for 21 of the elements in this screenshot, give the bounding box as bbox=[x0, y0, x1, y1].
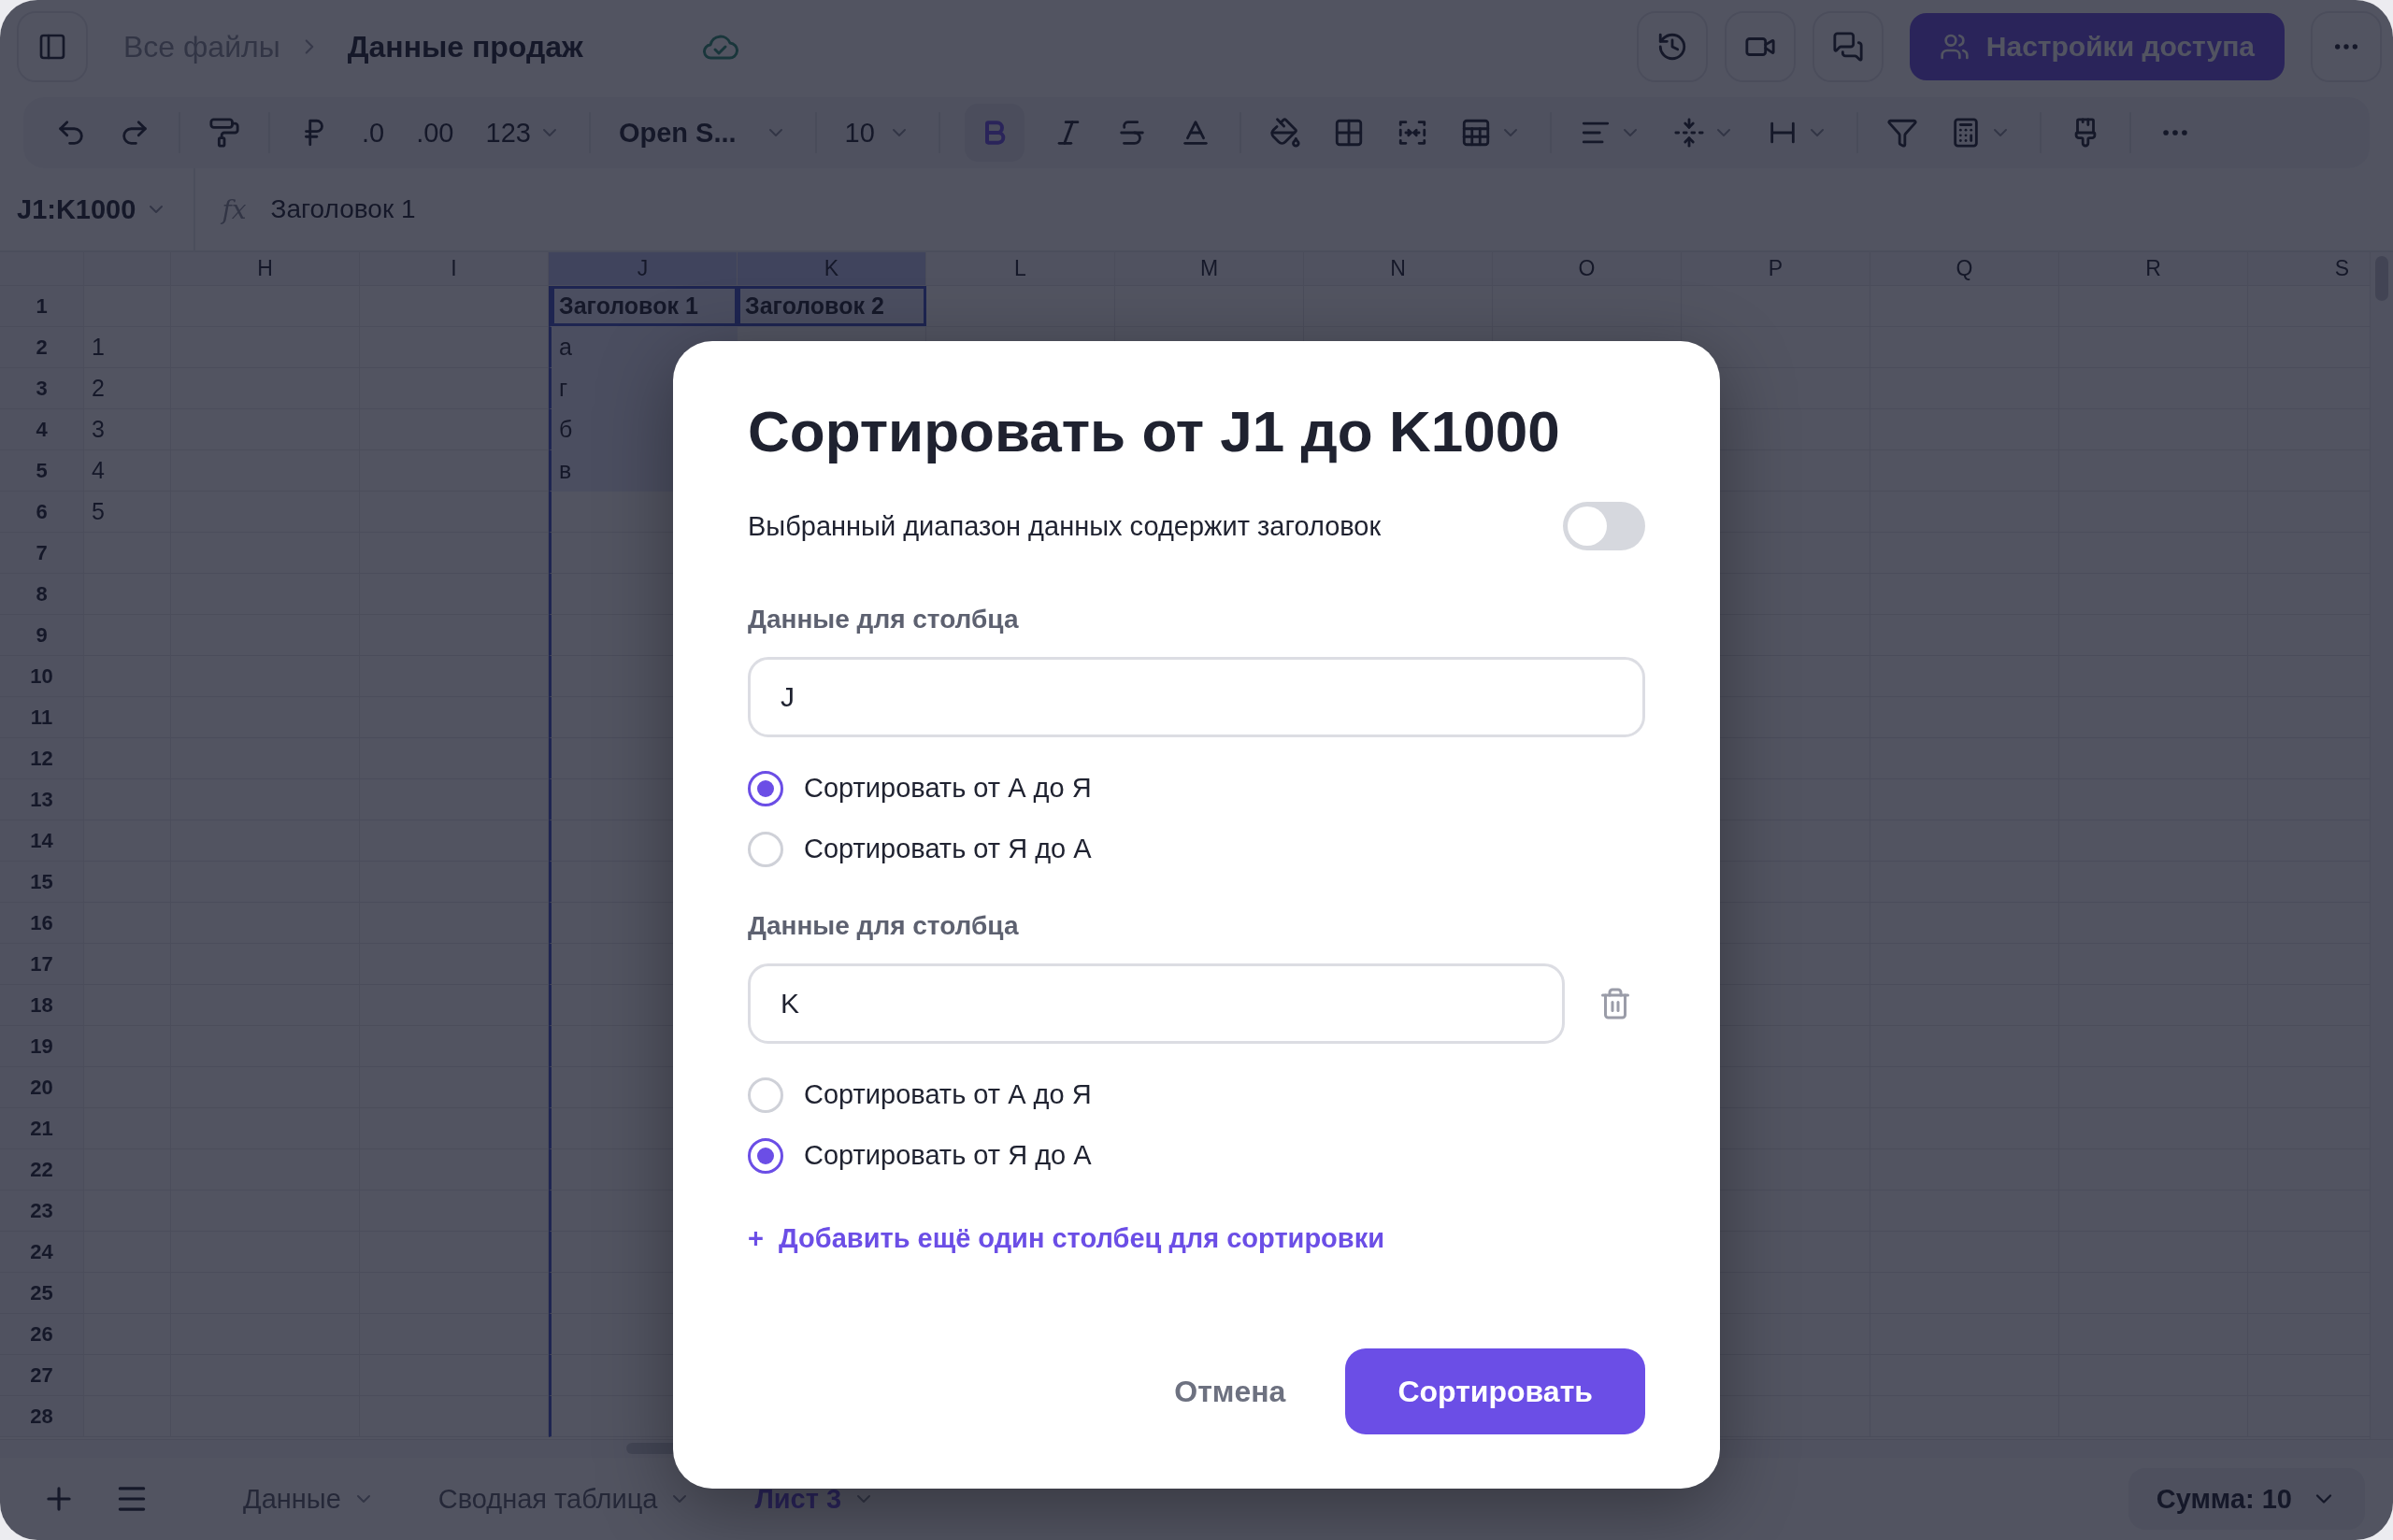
sort-button[interactable]: Сортировать bbox=[1345, 1348, 1645, 1434]
table-cell-text: 5 bbox=[91, 497, 106, 526]
table-cell-text: 2 bbox=[91, 374, 106, 403]
radio-label: Сортировать от А до Я bbox=[804, 1079, 1092, 1111]
table-cell-text: 4 bbox=[91, 456, 106, 485]
toggle-label: Выбранный диапазон данных содержит заголовок bbox=[748, 510, 1382, 542]
field-label: Данные для столбца bbox=[748, 911, 1020, 942]
column-select-field[interactable]: K bbox=[748, 963, 1565, 1045]
formula-text: Заголовок 1 bbox=[270, 194, 416, 224]
radio-label: Сортировать от Я до А bbox=[804, 834, 1092, 865]
dialog-title: Сортировать от J1 до K1000 bbox=[748, 398, 1561, 465]
add-column-link[interactable]: + Добавить ещё один столбец для сортировки bbox=[748, 1223, 1384, 1255]
increase-decimals-button[interactable]: .00 bbox=[412, 104, 458, 162]
decrease-decimals-button[interactable]: .0 bbox=[358, 104, 389, 162]
radio-label: Сортировать от Я до А bbox=[804, 1140, 1092, 1172]
table-cell-text: 3 bbox=[91, 415, 106, 444]
radio-label: Сортировать от А до Я bbox=[804, 773, 1092, 805]
column-select-field[interactable]: J bbox=[748, 657, 1645, 738]
table-cell-text: 1 bbox=[91, 333, 106, 362]
field-label: Данные для столбца bbox=[748, 605, 1020, 635]
cancel-button[interactable]: Отмена bbox=[1146, 1348, 1314, 1434]
